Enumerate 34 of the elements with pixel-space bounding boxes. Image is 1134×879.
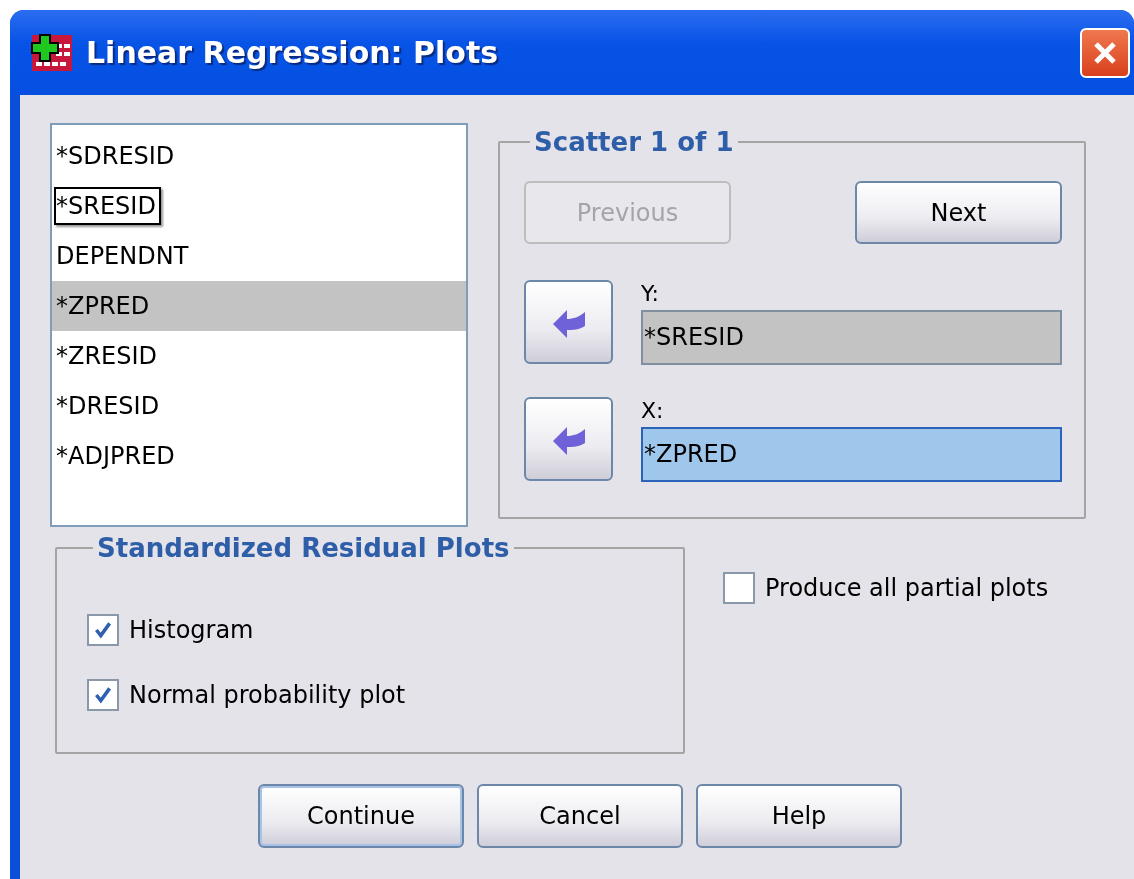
list-item[interactable]: *DRESID xyxy=(52,381,466,431)
item-label: *ZRESID xyxy=(55,341,159,372)
checkbox[interactable] xyxy=(723,572,755,604)
checkbox-label[interactable]: Normal probability plot xyxy=(129,681,406,709)
field-label: Y: xyxy=(641,280,660,308)
dialog-button[interactable]: Help xyxy=(696,784,902,848)
item-label: *ADJPRED xyxy=(55,441,176,472)
list-item[interactable]: *ADJPRED xyxy=(52,431,466,481)
input-field[interactable]: *ZPRED xyxy=(641,427,1062,482)
item-label: *ZPRED xyxy=(55,291,151,322)
list-item[interactable]: DEPENDNT xyxy=(52,231,466,281)
move-button[interactable] xyxy=(524,280,613,364)
next-button[interactable]: Next xyxy=(855,181,1062,244)
list-item[interactable]: *SDRESID xyxy=(52,131,466,181)
field-label: X: xyxy=(641,397,665,425)
dialog-button[interactable]: Continue xyxy=(258,784,464,848)
list-item[interactable]: *SRESID xyxy=(52,181,466,231)
input-field[interactable]: *SRESID xyxy=(641,310,1062,365)
dialog-button[interactable]: Cancel xyxy=(477,784,683,848)
group-title: Standardized Residual Plots xyxy=(96,533,511,563)
checkbox-label[interactable]: Produce all partial plots xyxy=(765,574,1049,602)
item-label: DEPENDNT xyxy=(55,241,190,272)
move-button[interactable] xyxy=(524,397,613,481)
item-label: *SRESID xyxy=(54,187,161,225)
close-button[interactable] xyxy=(1080,27,1130,78)
list-item[interactable]: *ZRESID xyxy=(52,331,466,381)
item-label: *SDRESID xyxy=(55,141,176,172)
list-item[interactable]: *ZPRED xyxy=(52,281,466,331)
checkbox[interactable] xyxy=(87,679,119,711)
item-label: *DRESID xyxy=(55,391,161,422)
checkbox[interactable] xyxy=(87,614,119,646)
group-title: Scatter 1 of 1 xyxy=(533,127,735,157)
window-title: Linear Regression: Plots xyxy=(86,35,500,70)
checkbox-label[interactable]: Histogram xyxy=(129,616,254,644)
